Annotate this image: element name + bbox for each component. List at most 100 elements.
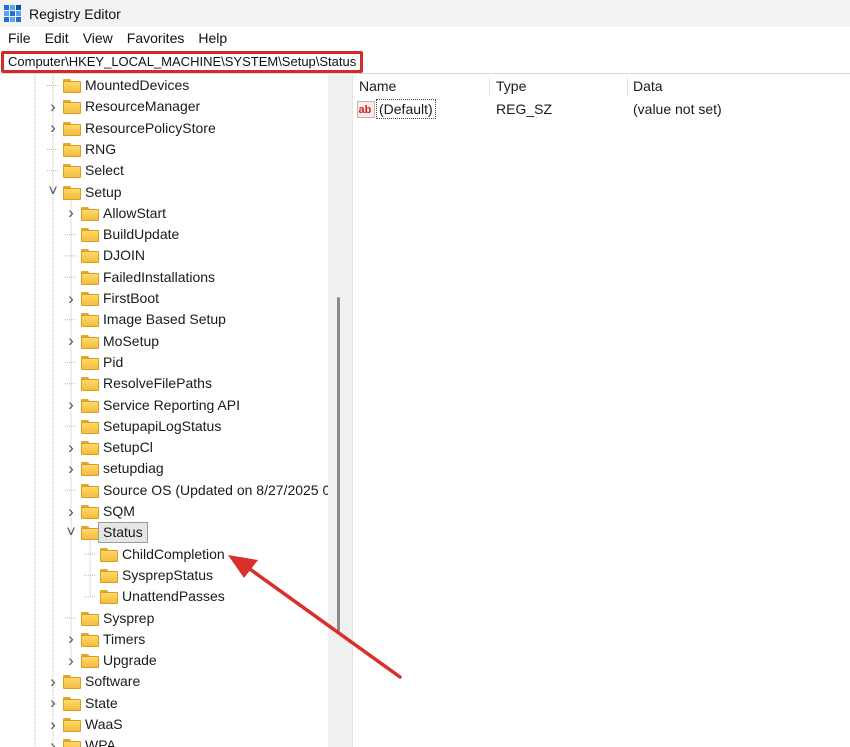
folder-icon bbox=[100, 590, 118, 605]
folder-icon bbox=[81, 249, 99, 264]
tree-item[interactable]: › ResourcePolicyStore bbox=[0, 118, 330, 139]
tree-item-label: ChildCompletion bbox=[122, 545, 225, 562]
key-tree[interactable]: MountedDevices › ResourceManager › ResourceP… bbox=[0, 75, 348, 747]
tree-item[interactable]: UnattendPasses bbox=[0, 586, 330, 607]
folder-icon bbox=[81, 505, 99, 519]
values-list[interactable]: Name Type Data ab (Default) REG_SZ (valu… bbox=[353, 75, 850, 747]
tree-item-label: FirstBoot bbox=[103, 290, 160, 306]
tree-item[interactable]: FailedInstallations bbox=[0, 267, 330, 288]
chevron-down-icon[interactable]: ˅ bbox=[47, 182, 59, 203]
tree-item[interactable]: › State bbox=[0, 693, 330, 714]
chevron-right-icon[interactable]: › bbox=[47, 96, 59, 117]
tree-item[interactable]: MountedDevices bbox=[0, 75, 330, 96]
tree-item[interactable]: › FirstBoot bbox=[0, 288, 330, 309]
folder-icon bbox=[63, 142, 81, 157]
folder-icon bbox=[81, 611, 99, 626]
menu-favorites[interactable]: Favorites bbox=[122, 30, 190, 46]
tree-item[interactable]: ˅ Status bbox=[0, 522, 330, 544]
value-name[interactable]: (Default) bbox=[376, 99, 436, 119]
column-header-name[interactable]: Name bbox=[353, 75, 490, 97]
tree-item[interactable]: › ResourceManager bbox=[0, 96, 330, 117]
svg-text:ab: ab bbox=[359, 104, 372, 116]
tree-item[interactable]: › Software bbox=[0, 671, 330, 692]
tree-item-label: SysprepStatus bbox=[122, 566, 214, 583]
folder-icon bbox=[81, 462, 99, 477]
chevron-right-icon[interactable]: › bbox=[47, 118, 59, 139]
tree-item[interactable]: Source OS (Updated on 8/27/2025 0 bbox=[0, 480, 330, 501]
menu-help[interactable]: Help bbox=[193, 30, 232, 46]
tree-item[interactable]: › Upgrade bbox=[0, 650, 330, 671]
tree-item[interactable]: › WaaS bbox=[0, 714, 330, 735]
tree-item-label: ResolveFilePaths bbox=[103, 375, 212, 392]
tree-item[interactable]: ChildCompletion bbox=[0, 544, 330, 565]
tree-item-label: MountedDevices bbox=[85, 77, 190, 93]
chevron-right-icon[interactable]: › bbox=[47, 693, 59, 714]
folder-icon bbox=[63, 185, 81, 200]
chevron-right-icon[interactable]: › bbox=[65, 458, 77, 479]
chevron-right-icon[interactable]: › bbox=[65, 501, 77, 522]
folder-icon bbox=[81, 292, 99, 306]
column-header-type[interactable]: Type bbox=[490, 75, 627, 97]
folder-icon bbox=[63, 718, 81, 732]
tree-item-label: UnattendPasses bbox=[122, 588, 225, 605]
folder-icon bbox=[81, 206, 99, 221]
folder-icon bbox=[81, 419, 99, 434]
chevron-right-icon[interactable]: › bbox=[65, 395, 77, 416]
tree-item[interactable]: DJOIN bbox=[0, 245, 330, 266]
tree-scrollbar-thumb[interactable] bbox=[337, 297, 340, 632]
tree-item-label: WaaS bbox=[85, 716, 123, 732]
tree-item[interactable]: ˅ Setup bbox=[0, 182, 330, 203]
folder-icon bbox=[81, 398, 99, 413]
chevron-right-icon[interactable]: › bbox=[65, 203, 77, 224]
address-path-input[interactable]: Computer\HKEY_LOCAL_MACHINE\SYSTEM\Setup… bbox=[1, 51, 364, 73]
chevron-right-icon[interactable]: › bbox=[47, 735, 59, 747]
tree-item-label: WPA bbox=[85, 737, 116, 747]
tree-item[interactable]: Sysprep bbox=[0, 608, 330, 629]
folder-icon bbox=[63, 739, 81, 747]
folder-icon bbox=[81, 313, 99, 328]
tree-item[interactable]: SysprepStatus bbox=[0, 565, 330, 586]
tree-item[interactable]: › Timers bbox=[0, 629, 330, 650]
folder-icon bbox=[63, 79, 81, 93]
chevron-right-icon[interactable]: › bbox=[47, 671, 59, 692]
tree-item[interactable]: BuildUpdate bbox=[0, 224, 330, 245]
chevron-right-icon[interactable]: › bbox=[65, 288, 77, 309]
tree-item-label: State bbox=[85, 694, 118, 711]
tree-item-label: FailedInstallations bbox=[103, 268, 216, 285]
folder-icon bbox=[63, 675, 81, 690]
chevron-right-icon[interactable]: › bbox=[47, 714, 59, 735]
folder-icon bbox=[81, 526, 99, 541]
tree-item[interactable]: ResolveFilePaths bbox=[0, 373, 330, 394]
tree-item-label: Software bbox=[85, 673, 141, 690]
chevron-right-icon[interactable]: › bbox=[65, 331, 77, 352]
tree-item-label: SetupapiLogStatus bbox=[103, 417, 222, 434]
folder-icon bbox=[63, 100, 81, 115]
chevron-down-icon[interactable]: ˅ bbox=[65, 522, 77, 543]
menu-view[interactable]: View bbox=[78, 30, 118, 46]
column-header-data[interactable]: Data bbox=[627, 75, 847, 97]
value-type: REG_SZ bbox=[496, 101, 553, 117]
menu-edit[interactable]: Edit bbox=[40, 30, 74, 46]
tree-item[interactable]: › SetupCl bbox=[0, 437, 330, 458]
tree-item[interactable]: Pid bbox=[0, 352, 330, 373]
chevron-right-icon[interactable]: › bbox=[65, 437, 77, 458]
chevron-right-icon[interactable]: › bbox=[65, 650, 77, 671]
tree-item[interactable]: › WPA bbox=[0, 735, 330, 747]
tree-item[interactable]: › setupdiag bbox=[0, 458, 330, 479]
tree-item[interactable]: › SQM bbox=[0, 501, 330, 522]
tree-item[interactable]: Image Based Setup bbox=[0, 309, 330, 330]
menu-file[interactable]: File bbox=[3, 30, 36, 46]
tree-item-label: Image Based Setup bbox=[103, 311, 226, 328]
folder-icon bbox=[81, 483, 99, 498]
tree-item[interactable]: › Service Reporting API bbox=[0, 395, 330, 416]
tree-item-label: Pid bbox=[103, 353, 124, 370]
window-title: Registry Editor bbox=[29, 5, 121, 22]
tree-item[interactable]: › MoSetup bbox=[0, 331, 330, 352]
tree-item[interactable]: Select bbox=[0, 160, 330, 181]
tree-item[interactable]: RNG bbox=[0, 139, 330, 160]
registry-editor-icon bbox=[4, 5, 21, 22]
chevron-right-icon[interactable]: › bbox=[65, 629, 77, 650]
tree-item[interactable]: SetupapiLogStatus bbox=[0, 416, 330, 437]
tree-item-label: setupdiag bbox=[103, 460, 164, 477]
tree-item[interactable]: › AllowStart bbox=[0, 203, 330, 224]
